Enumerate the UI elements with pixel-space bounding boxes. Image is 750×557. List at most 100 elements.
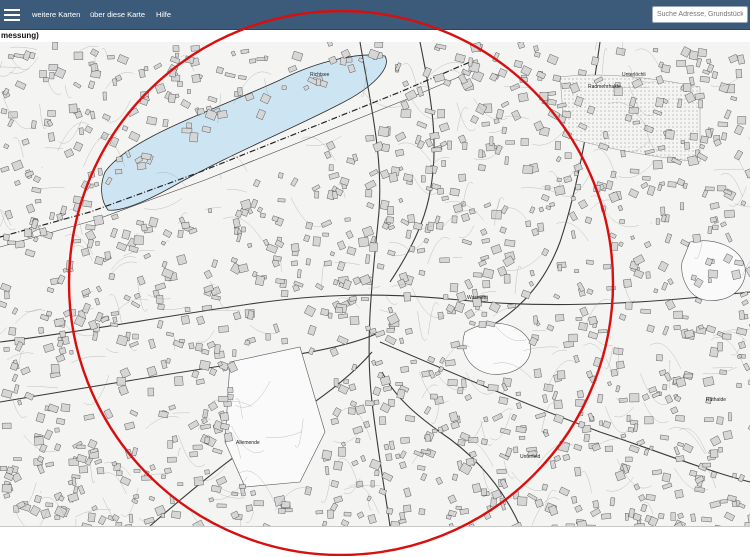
building-footprint (199, 360, 210, 370)
building-footprint (77, 445, 85, 449)
building-footprint (687, 65, 695, 74)
building-footprint (534, 46, 539, 52)
building-footprint (628, 427, 634, 432)
building-footprint (232, 350, 236, 357)
building-footprint (676, 415, 685, 421)
building-footprint (96, 241, 99, 245)
building-footprint (463, 142, 468, 150)
building-footprint (374, 400, 379, 405)
building-footprint (166, 359, 170, 364)
building-footprint (430, 394, 437, 399)
building-footprint (574, 171, 578, 176)
building-footprint (306, 259, 311, 266)
building-footprint (9, 112, 18, 118)
building-footprint (358, 237, 369, 247)
nav-ueber-diese-karte[interactable]: über diese Karte (90, 0, 145, 29)
building-footprint (8, 241, 16, 245)
building-footprint (473, 273, 482, 278)
building-footprint (733, 473, 737, 478)
building-footprint (379, 417, 386, 425)
map-label-lake: Richtsee (310, 72, 329, 78)
map-canvas[interactable]: Richtsee Unterlöchli Radmehrhalde Wasmet… (0, 42, 750, 526)
building-footprint (208, 208, 212, 212)
building-footprint (177, 81, 183, 86)
building-footprint (161, 475, 165, 479)
building-footprint (186, 123, 191, 128)
building-footprint (601, 513, 611, 519)
building-footprint (426, 166, 433, 174)
building-footprint (710, 450, 718, 458)
building-footprint (504, 274, 510, 283)
nav-hilfe[interactable]: Hilfe (156, 0, 171, 29)
building-footprint (736, 383, 741, 388)
building-footprint (571, 196, 576, 201)
hamburger-icon[interactable] (4, 6, 20, 22)
building-footprint (217, 504, 226, 508)
building-footprint (675, 490, 684, 499)
building-footprint (497, 469, 507, 474)
building-footprint (224, 433, 233, 442)
building-footprint (173, 46, 179, 52)
building-footprint (442, 160, 446, 166)
building-footprint (83, 200, 92, 207)
building-footprint (601, 206, 606, 212)
building-footprint (481, 489, 486, 495)
building-footprint (586, 260, 593, 265)
building-footprint (137, 162, 146, 170)
building-footprint (575, 184, 580, 190)
building-footprint (440, 258, 450, 263)
building-footprint (432, 429, 437, 433)
building-footprint (703, 463, 711, 467)
building-footprint (705, 187, 714, 191)
building-footprint (689, 51, 698, 60)
building-footprint (619, 398, 628, 403)
building-footprint (721, 500, 728, 504)
building-footprint (195, 343, 202, 351)
building-footprint (105, 252, 111, 260)
building-footprint (562, 111, 571, 118)
building-footprint (437, 188, 443, 194)
building-footprint (192, 74, 201, 83)
building-footprint (443, 295, 448, 300)
building-footprint (74, 52, 83, 60)
building-footprint (653, 160, 662, 169)
building-footprint (625, 114, 632, 121)
search-input[interactable] (652, 6, 748, 23)
building-footprint (266, 334, 270, 341)
building-footprint (505, 240, 516, 247)
building-footprint (578, 322, 587, 330)
building-footprint (445, 360, 455, 367)
building-footprint (645, 416, 654, 424)
building-footprint (421, 176, 425, 182)
building-footprint (554, 400, 563, 409)
nav-weitere-karten[interactable]: weitere Karten (32, 0, 80, 29)
building-footprint (656, 219, 660, 225)
building-footprint (171, 511, 181, 519)
building-footprint (332, 191, 337, 199)
building-footprint (588, 316, 597, 325)
building-footprint (576, 317, 582, 320)
building-footprint (148, 388, 154, 396)
building-footprint (732, 501, 737, 506)
building-footprint (718, 343, 723, 352)
building-footprint (246, 505, 253, 512)
building-footprint (479, 150, 483, 158)
building-footprint (386, 454, 392, 461)
building-footprint (370, 243, 378, 252)
building-footprint (365, 190, 372, 198)
building-footprint (167, 457, 176, 462)
building-footprint (457, 387, 463, 394)
building-footprint (405, 415, 415, 421)
building-footprint (557, 371, 565, 380)
building-footprint (276, 279, 285, 284)
map-label-north-east: Unterlöchli (622, 72, 646, 78)
building-footprint (575, 467, 581, 476)
building-footprint (278, 199, 285, 202)
building-footprint (461, 379, 466, 388)
building-footprint (15, 240, 25, 248)
map-label-south-west: Allemende (236, 440, 260, 446)
building-footprint (88, 513, 95, 522)
building-footprint (58, 337, 62, 341)
building-footprint (684, 374, 693, 378)
building-footprint (291, 243, 299, 252)
